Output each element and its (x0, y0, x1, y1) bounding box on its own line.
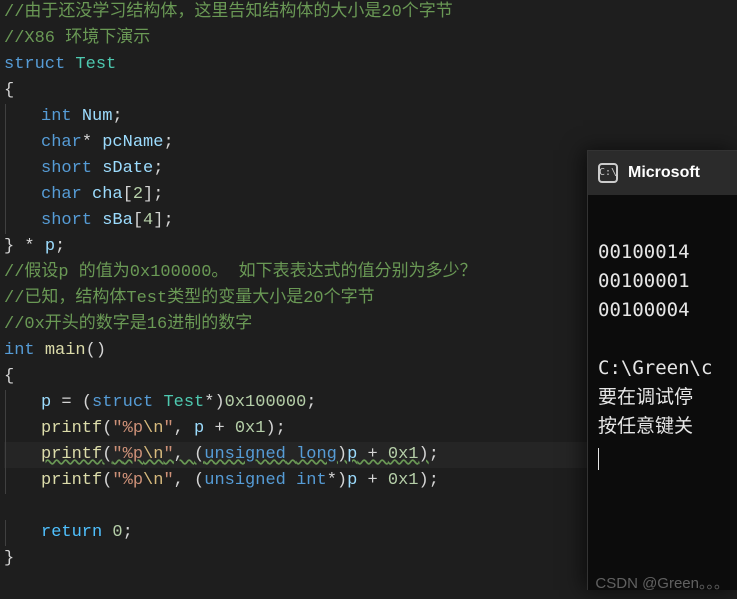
brace-open: { (4, 367, 14, 386)
func-printf: printf (41, 471, 102, 490)
keyword-struct: struct (4, 55, 65, 74)
comment: //假设p 的值为0x100000。 如下表表达式的值分别为多少？ (4, 263, 477, 282)
var-p: p (45, 237, 55, 256)
watermark: CSDN @Green。。。 (595, 571, 729, 597)
func-printf: printf (41, 419, 102, 438)
keyword-int: int (4, 341, 35, 360)
keyword-char: char (41, 185, 82, 204)
terminal-body[interactable]: 00100014 00100001 00100004 C:\Green\c 要在… (588, 195, 737, 499)
brace-open: { (4, 81, 14, 100)
brace-close: } (4, 549, 14, 568)
field-num: Num (82, 107, 113, 126)
code-line: { (4, 78, 737, 104)
code-line: //X86 环境下演示 (4, 26, 737, 52)
terminal-path: C:\Green\c (598, 357, 712, 379)
func-main: main (45, 341, 86, 360)
keyword-return: return (41, 523, 102, 542)
field-sba: sBa (102, 211, 133, 230)
terminal-msg: 按任意键关 (598, 415, 693, 437)
keyword-int: int (41, 107, 72, 126)
comment: //已知，结构体Test类型的变量大小是20个字节 (4, 289, 375, 308)
field-cha: cha (92, 185, 123, 204)
func-printf: printf (41, 445, 102, 464)
keyword-char: char (41, 133, 82, 152)
type-name: Test (75, 55, 116, 74)
terminal-window[interactable]: C:\ Microsoft 00100014 00100001 00100004… (587, 150, 737, 590)
field-pcname: pcName (102, 133, 163, 152)
terminal-titlebar[interactable]: C:\ Microsoft (588, 151, 737, 195)
keyword-short: short (41, 211, 92, 230)
comment: //由于还没学习结构体，这里告知结构体的大小是20个字节 (4, 3, 453, 22)
terminal-icon: C:\ (598, 163, 618, 183)
code-line: //由于还没学习结构体，这里告知结构体的大小是20个字节 (4, 0, 737, 26)
terminal-output-line: 00100004 (598, 299, 690, 321)
comment: //0x开头的数字是16进制的数字 (4, 315, 252, 334)
code-line: struct Test (4, 52, 737, 78)
keyword-short: short (41, 159, 92, 178)
terminal-msg: 要在调试停 (598, 386, 693, 408)
terminal-output-line: 00100014 (598, 241, 690, 263)
brace-close: } (4, 237, 14, 256)
var-p: p (41, 393, 51, 412)
field-sdate: sDate (102, 159, 153, 178)
terminal-output-line: 00100001 (598, 270, 690, 292)
terminal-cursor (598, 448, 599, 470)
terminal-title: Microsoft (628, 160, 700, 186)
hex-address: 0x100000 (225, 393, 307, 412)
code-line: int Num; (4, 104, 737, 130)
comment: //X86 环境下演示 (4, 29, 150, 48)
